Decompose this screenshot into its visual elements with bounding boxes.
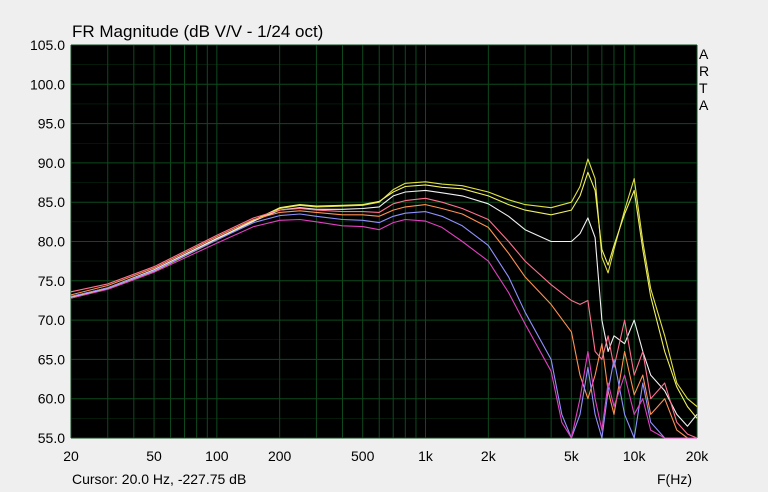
arta-letter: A: [699, 46, 709, 62]
cursor-readout: Cursor: 20.0 Hz, -227.75 dB: [72, 471, 246, 487]
y-tick-label: 85.0: [38, 194, 65, 210]
x-tick-label: 100: [205, 448, 229, 464]
x-tick-label: 20k: [686, 448, 710, 464]
arta-letter: R: [699, 63, 709, 79]
x-tick-label: 10k: [623, 448, 647, 464]
arta-letter: A: [699, 97, 709, 113]
y-tick-label: 100.0: [30, 76, 65, 92]
x-axis-ticks: 20 50 100 200 500 1k 2k 5k 10k 20k: [63, 448, 709, 464]
arta-letter: T: [699, 80, 708, 96]
y-tick-label: 105.0: [30, 37, 65, 53]
chart-title: FR Magnitude (dB V/V - 1/24 oct): [72, 22, 323, 41]
x-tick-label: 5k: [564, 448, 580, 464]
y-axis-ticks: 105.0 100.0 95.0 90.0 85.0 80.0 75.0 70.0 65.0 60…: [30, 37, 65, 446]
y-tick-label: 95.0: [38, 116, 65, 132]
y-tick-label: 80.0: [38, 234, 65, 250]
x-tick-label: 200: [268, 448, 292, 464]
y-tick-label: 55.0: [38, 430, 65, 446]
x-axis-label: F(Hz): [657, 471, 692, 487]
x-tick-label: 500: [351, 448, 375, 464]
y-tick-label: 90.0: [38, 155, 65, 171]
x-tick-label: 20: [63, 448, 79, 464]
y-tick-label: 65.0: [38, 351, 65, 367]
y-tick-label: 60.0: [38, 391, 65, 407]
arta-logo: ARTA: [699, 46, 709, 113]
y-tick-label: 75.0: [38, 273, 65, 289]
x-tick-label: 2k: [481, 448, 497, 464]
grid-lines: [70, 44, 698, 439]
y-tick-label: 70.0: [38, 312, 65, 328]
x-tick-label: 1k: [418, 448, 434, 464]
x-tick-label: 50: [146, 448, 162, 464]
chart-canvas: FR Magnitude (dB V/V - 1/24 oct) 105.010…: [30, 22, 709, 487]
